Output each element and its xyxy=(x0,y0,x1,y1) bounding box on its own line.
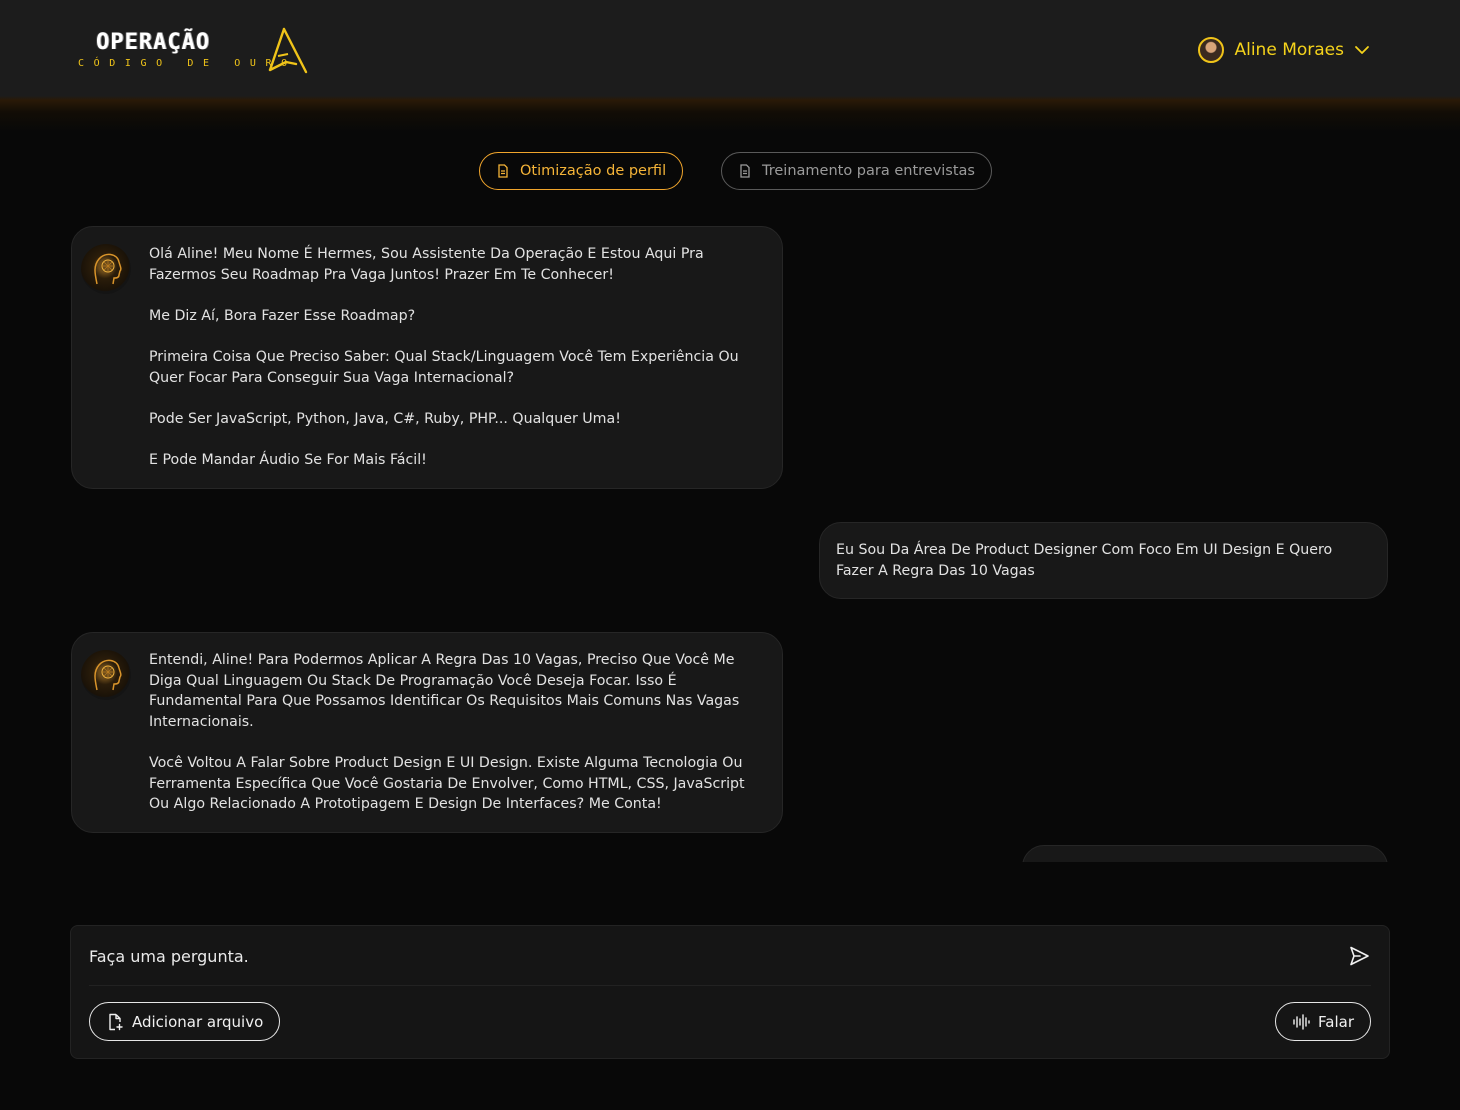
composer: Adicionar arquivo Falar xyxy=(70,925,1390,1059)
chevron-down-icon xyxy=(1355,46,1369,54)
divider xyxy=(89,985,1371,986)
document-icon xyxy=(740,164,750,178)
message-paragraph: Eu Sou Da Área De Product Designer Com F… xyxy=(836,542,1333,579)
tab-label: Treinamento para entrevistas xyxy=(762,163,975,179)
speak-label: Falar xyxy=(1318,1012,1354,1031)
file-plus-icon xyxy=(109,1013,123,1030)
user-message: Eu Sou Da Área De Product Designer Com F… xyxy=(819,522,1388,600)
logo-title: OPERAÇÃO xyxy=(96,30,210,55)
send-icon[interactable] xyxy=(1347,944,1371,968)
bot-message: Entendi, Aline! Para Podermos Aplicar A … xyxy=(71,632,783,833)
mode-tabs: Otimização de perfil Treinamento para en… xyxy=(0,152,1460,192)
logo-subtitle: CÓDIGO DE OURO xyxy=(78,58,297,69)
tab-profile-optimization[interactable]: Otimização de perfil xyxy=(479,152,684,190)
bot-message: Olá Aline! Meu Nome É Hermes, Sou Assist… xyxy=(71,226,783,489)
message-paragraph: Entendi, Aline! Para Podermos Aplicar A … xyxy=(149,652,740,730)
triangle-logo-icon xyxy=(268,27,308,74)
audio-wave-icon xyxy=(1293,1013,1310,1030)
user-menu[interactable]: Aline Moraes xyxy=(1198,36,1370,64)
bot-avatar xyxy=(81,244,131,294)
header: OPERAÇÃO CÓDIGO DE OURO Aline Moraes xyxy=(0,0,1460,132)
avatar xyxy=(1198,37,1225,63)
message-paragraph: E Pode Mandar Áudio Se For Mais Fácil! xyxy=(149,451,427,468)
message-paragraph: Pode Ser JavaScript, Python, Java, C#, R… xyxy=(149,410,621,427)
message-paragraph: Olá Aline! Meu Nome É Hermes, Sou Assist… xyxy=(149,246,704,283)
bot-avatar xyxy=(81,650,131,700)
message-paragraph: Primeira Coisa Que Preciso Saber: Qual S… xyxy=(149,348,739,386)
message-paragraph: Me Diz Aí, Bora Fazer Esse Roadmap? xyxy=(149,307,416,324)
question-input[interactable] xyxy=(89,942,1329,970)
message-paragraph: Você Voltou A Falar Sobre Product Design… xyxy=(149,754,745,813)
document-icon xyxy=(498,164,508,178)
speak-button[interactable]: Falar xyxy=(1275,1002,1371,1041)
tab-interview-training[interactable]: Treinamento para entrevistas xyxy=(721,152,992,190)
tab-label: Otimização de perfil xyxy=(520,163,667,179)
chat-thread[interactable]: Olá Aline! Meu Nome É Hermes, Sou Assist… xyxy=(0,210,1460,862)
brain-head-icon xyxy=(94,659,122,691)
user-message-partial xyxy=(1022,845,1388,862)
add-file-button[interactable]: Adicionar arquivo xyxy=(89,1002,281,1041)
user-name: Aline Moraes xyxy=(1234,40,1344,60)
add-file-label: Adicionar arquivo xyxy=(132,1012,264,1031)
logo[interactable]: OPERAÇÃO CÓDIGO DE OURO xyxy=(76,24,316,80)
brain-head-icon xyxy=(94,253,122,285)
